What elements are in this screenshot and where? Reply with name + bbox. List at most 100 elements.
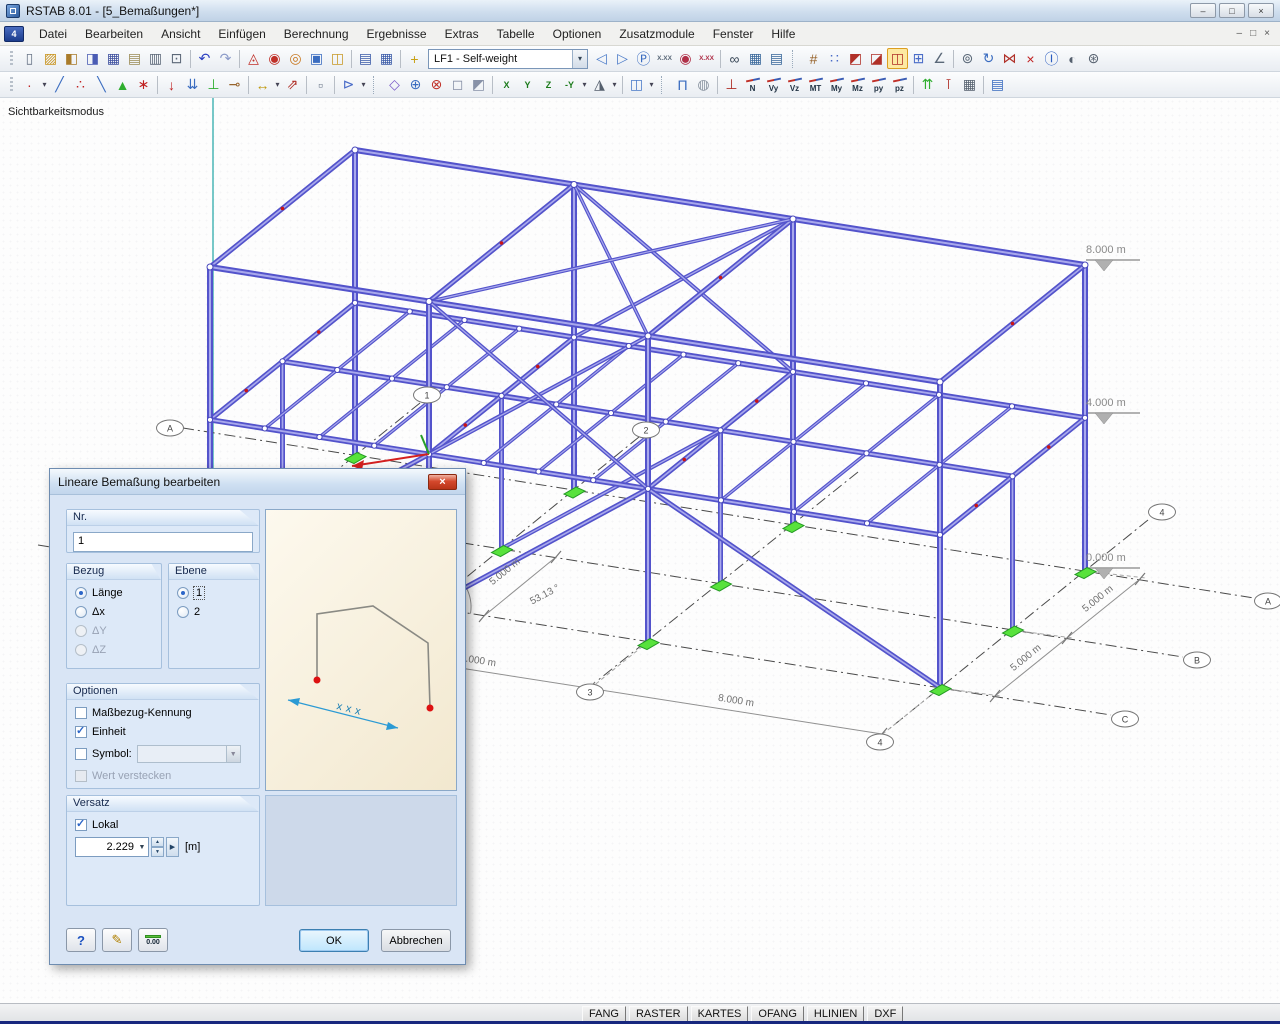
- radio-laenge-button[interactable]: [75, 587, 87, 599]
- dialog-close-button[interactable]: ×: [428, 474, 457, 490]
- dimension-dropdown-icon[interactable]: ▾: [273, 74, 282, 95]
- isometric-view-icon[interactable]: ◮: [589, 74, 610, 95]
- status-hlinien[interactable]: HLINIEN: [807, 1006, 864, 1023]
- versatz-spinner[interactable]: ▲ ▼: [151, 837, 164, 857]
- status-kartes[interactable]: KARTES: [691, 1006, 749, 1023]
- section-icon[interactable]: ⊥: [721, 74, 742, 95]
- result-my-icon[interactable]: My: [826, 74, 847, 95]
- menu-ansicht[interactable]: Ansicht: [152, 24, 209, 44]
- result-pz-icon[interactable]: pz: [889, 74, 910, 95]
- spin-up-icon[interactable]: ▲: [151, 837, 164, 847]
- menu-einfuegen[interactable]: Einfügen: [209, 24, 274, 44]
- render-mode-icon[interactable]: ◇: [384, 74, 405, 95]
- visibility-dropdown-icon[interactable]: ▾: [647, 74, 656, 95]
- spin-down-icon[interactable]: ▼: [151, 847, 164, 857]
- member-release-icon[interactable]: ⊸: [224, 74, 245, 95]
- result-py-icon[interactable]: py: [868, 74, 889, 95]
- slope-dimension-icon[interactable]: ⇗: [282, 74, 303, 95]
- result-mt-icon[interactable]: MT: [805, 74, 826, 95]
- versatz-dropdown-icon[interactable]: ▼: [136, 844, 148, 851]
- menu-tabelle[interactable]: Tabelle: [488, 24, 544, 44]
- checkbox-einheit-box[interactable]: [75, 726, 87, 738]
- next-loadcase-icon[interactable]: ▷: [612, 48, 633, 69]
- versatz-pick-button[interactable]: ▶: [166, 837, 179, 857]
- imperfection-icon[interactable]: ⇈: [917, 74, 938, 95]
- menu-fenster[interactable]: Fenster: [704, 24, 763, 44]
- menu-datei[interactable]: Datei: [30, 24, 76, 44]
- rotate-view-icon[interactable]: ↻: [978, 48, 999, 69]
- menu-ergebnisse[interactable]: Ergebnisse: [358, 24, 436, 44]
- copy-offset-dropdown-icon[interactable]: ▾: [359, 74, 368, 95]
- table-list-icon[interactable]: ▤: [355, 48, 376, 69]
- result-mz-icon[interactable]: Mz: [847, 74, 868, 95]
- snap-icon[interactable]: ⊚: [957, 48, 978, 69]
- undo-icon[interactable]: ↶: [194, 48, 215, 69]
- status-raster[interactable]: RASTER: [629, 1006, 688, 1023]
- units-button[interactable]: 0.00: [138, 928, 168, 952]
- table-grid-icon[interactable]: ▦: [376, 48, 397, 69]
- zoom-in-icon[interactable]: ⊕: [405, 74, 426, 95]
- radio-dx[interactable]: Δx: [75, 606, 161, 618]
- selection-box-icon[interactable]: ▫: [310, 74, 331, 95]
- grid-points-icon[interactable]: ∷: [824, 48, 845, 69]
- visibility-mode-icon[interactable]: ◫: [626, 74, 647, 95]
- workplane-xz-icon[interactable]: ◫: [887, 48, 908, 69]
- redo-icon[interactable]: ↷: [215, 48, 236, 69]
- guide-lines-icon[interactable]: ∠: [929, 48, 950, 69]
- result-vy-icon[interactable]: Vy: [763, 74, 784, 95]
- mdi-restore-button[interactable]: □: [1250, 28, 1256, 39]
- status-ofang[interactable]: OFANG: [751, 1006, 804, 1023]
- radio-ebene-2-button[interactable]: [177, 606, 189, 618]
- insert-support-icon[interactable]: ⊥: [203, 74, 224, 95]
- printout-report-icon[interactable]: ▤: [766, 48, 787, 69]
- print-preview-icon[interactable]: ⊡: [166, 48, 187, 69]
- view-z-icon[interactable]: Z: [538, 74, 559, 95]
- nr-input[interactable]: 1: [73, 532, 253, 552]
- radio-ebene-2[interactable]: 2: [177, 606, 259, 618]
- load-case-dropdown-icon[interactable]: ▾: [572, 50, 587, 68]
- open-model-icon[interactable]: ◧: [61, 48, 82, 69]
- close-button[interactable]: ×: [1248, 3, 1274, 18]
- checkbox-einheit[interactable]: Einheit: [75, 726, 259, 738]
- workplane-xy-icon[interactable]: ◩: [845, 48, 866, 69]
- view-cube-corner-icon[interactable]: ◩: [468, 74, 489, 95]
- radio-ebene-1-button[interactable]: [177, 587, 189, 599]
- show-result-values-icon[interactable]: X.XX: [696, 48, 717, 69]
- new-member-type-icon[interactable]: ╲: [91, 74, 112, 95]
- ok-button[interactable]: OK: [299, 929, 369, 952]
- isometric-dropdown-icon[interactable]: ▾: [610, 74, 619, 95]
- view-y-icon[interactable]: Y: [517, 74, 538, 95]
- save-icon[interactable]: ▦: [103, 48, 124, 69]
- menu-zusatzmodule[interactable]: Zusatzmodule: [610, 24, 703, 44]
- menu-bearbeiten[interactable]: Bearbeiten: [76, 24, 152, 44]
- open-folder-icon[interactable]: ▨: [40, 48, 61, 69]
- menu-berechnung[interactable]: Berechnung: [275, 24, 358, 44]
- comment-icon[interactable]: ◍: [693, 74, 714, 95]
- status-dxf[interactable]: DXF: [867, 1006, 903, 1023]
- checkbox-symbol[interactable]: Symbol: ▼: [75, 745, 259, 763]
- print-icon[interactable]: ▥: [145, 48, 166, 69]
- display-properties-icon[interactable]: ◐: [1062, 48, 1083, 69]
- edit-object-icon[interactable]: ◬: [243, 48, 264, 69]
- nodal-load-icon[interactable]: ↓: [161, 74, 182, 95]
- dimension-icon[interactable]: ↔: [252, 74, 273, 95]
- radio-dx-button[interactable]: [75, 606, 87, 618]
- titlebar[interactable]: RSTAB 8.01 - [5_Bemaßungen*] – □ ×: [0, 0, 1280, 22]
- previous-loadcase-icon[interactable]: ◁: [591, 48, 612, 69]
- info-icon[interactable]: Ⓘ: [1041, 48, 1062, 69]
- mode-icon[interactable]: Π: [672, 74, 693, 95]
- new-view-icon[interactable]: ▣: [306, 48, 327, 69]
- cancel-button[interactable]: Abbrechen: [381, 929, 451, 952]
- radio-ebene-1[interactable]: 1: [177, 587, 259, 599]
- show-results-icon[interactable]: ◉: [675, 48, 696, 69]
- new-loadcase-icon[interactable]: +: [404, 48, 425, 69]
- support-rotate-icon[interactable]: ⊺: [938, 74, 959, 95]
- new-node-icon[interactable]: ∙: [19, 74, 40, 95]
- show-loads-icon[interactable]: Ⓟ: [633, 48, 654, 69]
- mdi-minimize-button[interactable]: –: [1237, 28, 1243, 39]
- delete-icon[interactable]: ×: [1020, 48, 1041, 69]
- status-fang[interactable]: FANG: [582, 1006, 626, 1023]
- mdi-close-button[interactable]: ×: [1264, 28, 1270, 39]
- view-minus-y-icon[interactable]: -Y: [559, 74, 580, 95]
- comment-button[interactable]: ✎: [102, 928, 132, 952]
